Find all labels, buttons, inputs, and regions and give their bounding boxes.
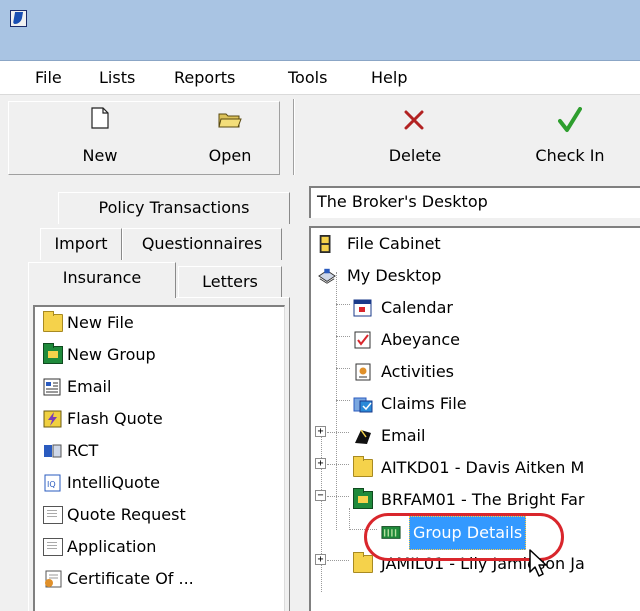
list-item-label: Email <box>67 377 112 396</box>
list-item-label: New Group <box>67 345 156 364</box>
left-pane: Policy Transactions Import Questionnaire… <box>0 178 300 611</box>
menu-bar: File Lists Reports Tools Help <box>0 61 640 94</box>
menu-tools[interactable]: Tools <box>286 68 329 88</box>
list-item-label: RCT <box>67 441 99 460</box>
expand-aitkd01-toggle[interactable]: + <box>315 458 326 469</box>
expand-jamil01-toggle[interactable]: + <box>315 554 326 565</box>
tab-policy-transactions-label: Policy Transactions <box>98 198 250 217</box>
new-document-icon <box>91 107 109 129</box>
open-folder-icon <box>218 113 242 128</box>
location-bar-value: The Broker's Desktop <box>317 192 488 211</box>
tab-insurance[interactable]: Insurance <box>28 262 176 298</box>
tree-node-label: Activities <box>381 362 454 381</box>
tree-node-label: Email <box>381 426 426 445</box>
document-icon <box>43 506 63 524</box>
open-button[interactable]: Open <box>190 101 270 173</box>
expand-email-toggle[interactable]: + <box>315 426 326 437</box>
group-folder-icon <box>43 343 63 364</box>
document-icon <box>43 538 63 556</box>
tree-connector <box>327 496 349 497</box>
calendar-icon <box>353 299 372 317</box>
intelliquote-icon: IQ <box>44 474 61 492</box>
tab-insurance-label: Insurance <box>62 268 142 287</box>
tree-connector <box>327 464 349 465</box>
list-item-label: Quote Request <box>67 505 186 524</box>
tree-connector <box>349 508 350 530</box>
check-in-checkmark-icon <box>558 107 582 132</box>
tree-node-label: Claims File <box>381 394 467 413</box>
tree-connector <box>327 432 349 433</box>
toolbar-separator <box>293 99 295 175</box>
insurance-action-list[interactable]: New File New Group Email Flash Quote RCT… <box>33 305 285 611</box>
tree-node-label: Calendar <box>381 298 453 317</box>
email-form-icon <box>43 378 61 396</box>
tab-questionnaires-label: Questionnaires <box>141 234 263 253</box>
list-item-label: Application <box>67 537 157 556</box>
certificate-icon <box>45 570 62 588</box>
folder-icon <box>43 311 63 332</box>
list-item-label: New File <box>67 313 134 332</box>
activities-icon <box>355 363 371 381</box>
tree-connector <box>336 336 350 337</box>
tree-node-label: My Desktop <box>347 266 442 285</box>
abeyance-checklist-icon <box>354 331 371 349</box>
tab-policy-transactions[interactable]: Policy Transactions <box>58 192 290 224</box>
group-folder-icon <box>353 488 373 509</box>
location-bar[interactable]: The Broker's Desktop <box>309 186 640 218</box>
menu-lists[interactable]: Lists <box>97 68 137 88</box>
delete-x-icon <box>404 110 424 130</box>
tab-import-label: Import <box>54 234 108 253</box>
tree-connector <box>321 432 322 592</box>
app-logo-icon[interactable] <box>10 10 27 27</box>
mouse-cursor-icon <box>529 549 547 577</box>
list-item-label: Certificate Of ... <box>67 569 194 588</box>
new-button-label: New <box>82 146 118 165</box>
client-folder-icon <box>353 552 373 573</box>
tree-connector <box>336 304 350 305</box>
tree-connector <box>327 560 349 561</box>
tab-letters-label: Letters <box>202 272 258 291</box>
title-bar <box>0 0 640 61</box>
email-icon <box>355 429 371 444</box>
flash-quote-icon <box>43 410 62 428</box>
svg-text:IQ: IQ <box>47 480 56 489</box>
claims-file-icon <box>353 397 373 413</box>
tab-questionnaires[interactable]: Questionnaires <box>122 228 282 260</box>
tree-node-label: File Cabinet <box>347 234 441 253</box>
menu-reports[interactable]: Reports <box>172 68 237 88</box>
check-in-button-label: Check In <box>535 146 605 165</box>
tree-connector <box>336 272 337 530</box>
client-folder-icon <box>353 456 373 477</box>
collapse-brfam01-toggle[interactable]: − <box>315 490 326 501</box>
new-button[interactable]: New <box>50 101 150 173</box>
tree-node-label: BRFAM01 - The Bright Far <box>381 490 585 509</box>
menu-help[interactable]: Help <box>369 68 409 88</box>
tree-connector <box>336 400 350 401</box>
tree-connector <box>336 368 350 369</box>
delete-button[interactable]: Delete <box>370 101 460 173</box>
toolbar: New Open Delete Check In <box>0 94 640 178</box>
list-item-label: Flash Quote <box>67 409 163 428</box>
tab-import[interactable]: Import <box>40 228 122 260</box>
list-item-label: IntelliQuote <box>67 473 160 492</box>
tree-node-label: AITKD01 - Davis Aitken M <box>381 458 585 477</box>
my-desktop-icon <box>318 268 336 284</box>
tab-letters[interactable]: Letters <box>178 266 282 298</box>
delete-button-label: Delete <box>388 146 442 165</box>
file-cabinet-icon <box>319 235 331 253</box>
rct-icon <box>44 444 62 458</box>
check-in-button[interactable]: Check In <box>515 101 625 173</box>
tree-node-label: Abeyance <box>381 330 460 349</box>
open-button-label: Open <box>208 146 252 165</box>
menu-file[interactable]: File <box>33 68 64 88</box>
